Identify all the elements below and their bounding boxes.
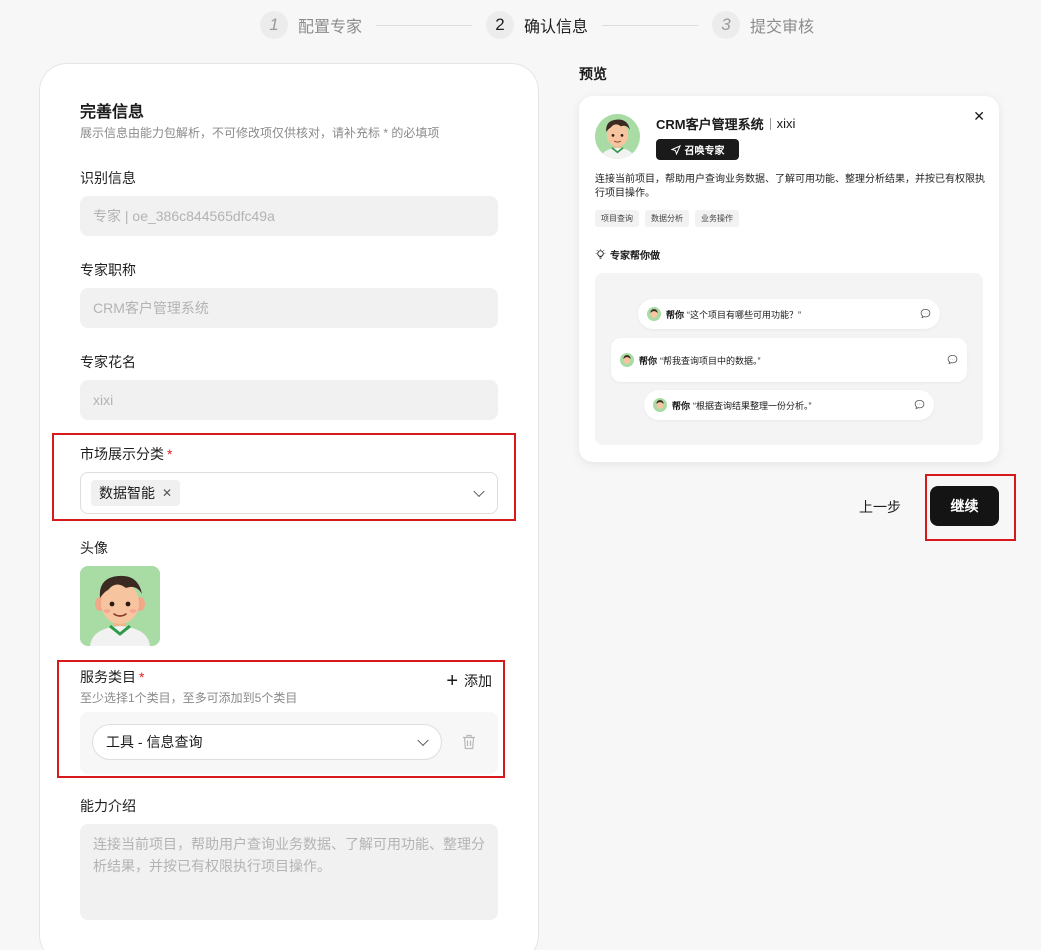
avatar [647,307,661,321]
id-value: 专家 | oe_386c844565dfc49a [93,208,275,224]
service-category-label-text: 服务类目 [80,669,136,685]
title-divider [769,117,771,130]
service-category-desc: 至少选择1个类目，至多可添加到5个类目 [80,691,298,705]
continue-button[interactable]: 继续 [930,486,999,526]
summon-expert-button[interactable]: 召唤专家 [656,139,739,160]
prompt-prefix: 帮你 [672,400,691,411]
chevron-down-icon [473,485,485,498]
step-indicator: 1 配置专家 2 确认信息 3 提交审核 [260,11,814,39]
required-mark: * [167,446,173,462]
step-confirm: 2 确认信息 [486,11,588,39]
prompt-suggestion[interactable]: 帮你 “根据查询结果整理一份分析。” [644,390,934,420]
step-number: 1 [260,11,288,39]
market-tag-chip: 数据智能 ✕ [91,480,181,506]
prompt-suggestion[interactable]: 帮你 “这个项目有哪些可用功能？” [638,299,940,329]
step-label: 配置专家 [298,19,363,36]
chat-icon [914,399,925,410]
nickname-field: xixi [80,380,498,420]
job-title-field: CRM客户管理系统 [80,288,498,328]
preview-label: 预览 [579,66,607,82]
chevron-down-icon [417,734,429,747]
avatar [653,398,667,412]
preview-title: CRM客户管理系统 xixi [656,114,795,133]
preview-card: CRM客户管理系统 xixi 召唤专家 ✕ 连接当前项目，帮助用户查询业务数据、… [579,96,999,462]
add-category-label: 添加 [464,673,492,689]
remove-tag-icon[interactable]: ✕ [162,486,172,500]
nickname-label: 专家花名 [80,354,136,370]
step-number: 3 [712,11,741,39]
chat-icon [947,354,958,365]
avatar [620,353,634,367]
step-connector [602,24,699,26]
id-label: 识别信息 [80,170,136,186]
preview-tag: 数据分析 [645,210,689,227]
chat-icon [920,308,931,319]
summon-expert-label: 召唤专家 [684,146,725,157]
preview-tags: 项目查询 数据分析 业务操作 [595,210,739,227]
ability-intro-textarea: 连接当前项目，帮助用户查询业务数据、了解可用功能、整理分析结果，并按已有权限执行… [80,824,498,920]
prompt-prefix: 帮你 [666,309,685,320]
market-category-label-text: 市场展示分类 [80,446,164,462]
preview-avatar [595,114,640,159]
send-icon [670,144,681,155]
job-title-label: 专家职称 [80,262,136,278]
trash-icon[interactable] [462,734,476,750]
previous-step-button[interactable]: 上一步 [859,497,901,517]
preview-expert-nick: xixi [776,116,796,131]
preview-tag: 项目查询 [595,210,639,227]
avatar-label: 头像 [80,540,108,556]
job-title-value: CRM客户管理系统 [93,300,209,316]
prompt-prefix: 帮你 [639,355,658,366]
add-category-button[interactable]: + 添加 [446,671,492,691]
nickname-value: xixi [93,392,114,408]
preview-tag: 业务操作 [695,210,739,227]
prompt-panel: 帮你 “这个项目有哪些可用功能？” 帮你 “帮我查询项目中的数据。” 帮你 “根… [595,273,983,445]
service-category-select[interactable]: 工具 - 信息查询 [92,724,442,760]
prompt-text: “根据查询结果整理一份分析。” [693,400,812,411]
preview-description: 连接当前项目，帮助用户查询业务数据、了解可用功能、整理分析结果，并按已有权限执行… [595,174,985,199]
service-category-label: 服务类目 * [80,667,144,687]
prompt-suggestion[interactable]: 帮你 “帮我查询项目中的数据。” [611,338,967,382]
plus-icon: + [446,670,458,692]
lightbulb-icon [595,249,606,259]
help-section-title: 专家帮你做 [595,247,660,262]
avatar-upload[interactable] [80,566,160,646]
step-connector [376,24,473,26]
close-icon[interactable]: ✕ [973,108,985,125]
form-description: 展示信息由能力包解析，不可修改项仅供核对，请补充标 * 的必填项 [80,126,440,140]
help-section-label: 专家帮你做 [610,251,660,262]
step-label: 确认信息 [524,19,589,36]
avatar-image [80,566,160,646]
step-configure: 1 配置专家 [260,11,362,39]
prompt-text: “帮我查询项目中的数据。” [660,355,761,366]
avatar-image [595,114,640,159]
step-label: 提交审核 [750,19,815,36]
service-category-value: 工具 - 信息查询 [106,734,203,750]
preview-expert-title: CRM客户管理系统 [656,117,764,132]
market-tag-label: 数据智能 [99,485,155,501]
id-field: 专家 | oe_386c844565dfc49a [80,196,498,236]
step-submit: 3 提交审核 [712,11,814,39]
required-mark: * [139,669,145,685]
form-title: 完善信息 [80,104,145,121]
market-category-label: 市场展示分类 * [80,444,172,464]
market-category-select[interactable]: 数据智能 ✕ [80,472,498,514]
step-number: 2 [486,11,515,39]
prompt-text: “这个项目有哪些可用功能？” [687,309,802,320]
service-category-row: 工具 - 信息查询 [80,712,498,774]
form-card: 完善信息 展示信息由能力包解析，不可修改项仅供核对，请补充标 * 的必填项 识别… [39,63,539,950]
ability-intro-label: 能力介绍 [80,798,136,814]
